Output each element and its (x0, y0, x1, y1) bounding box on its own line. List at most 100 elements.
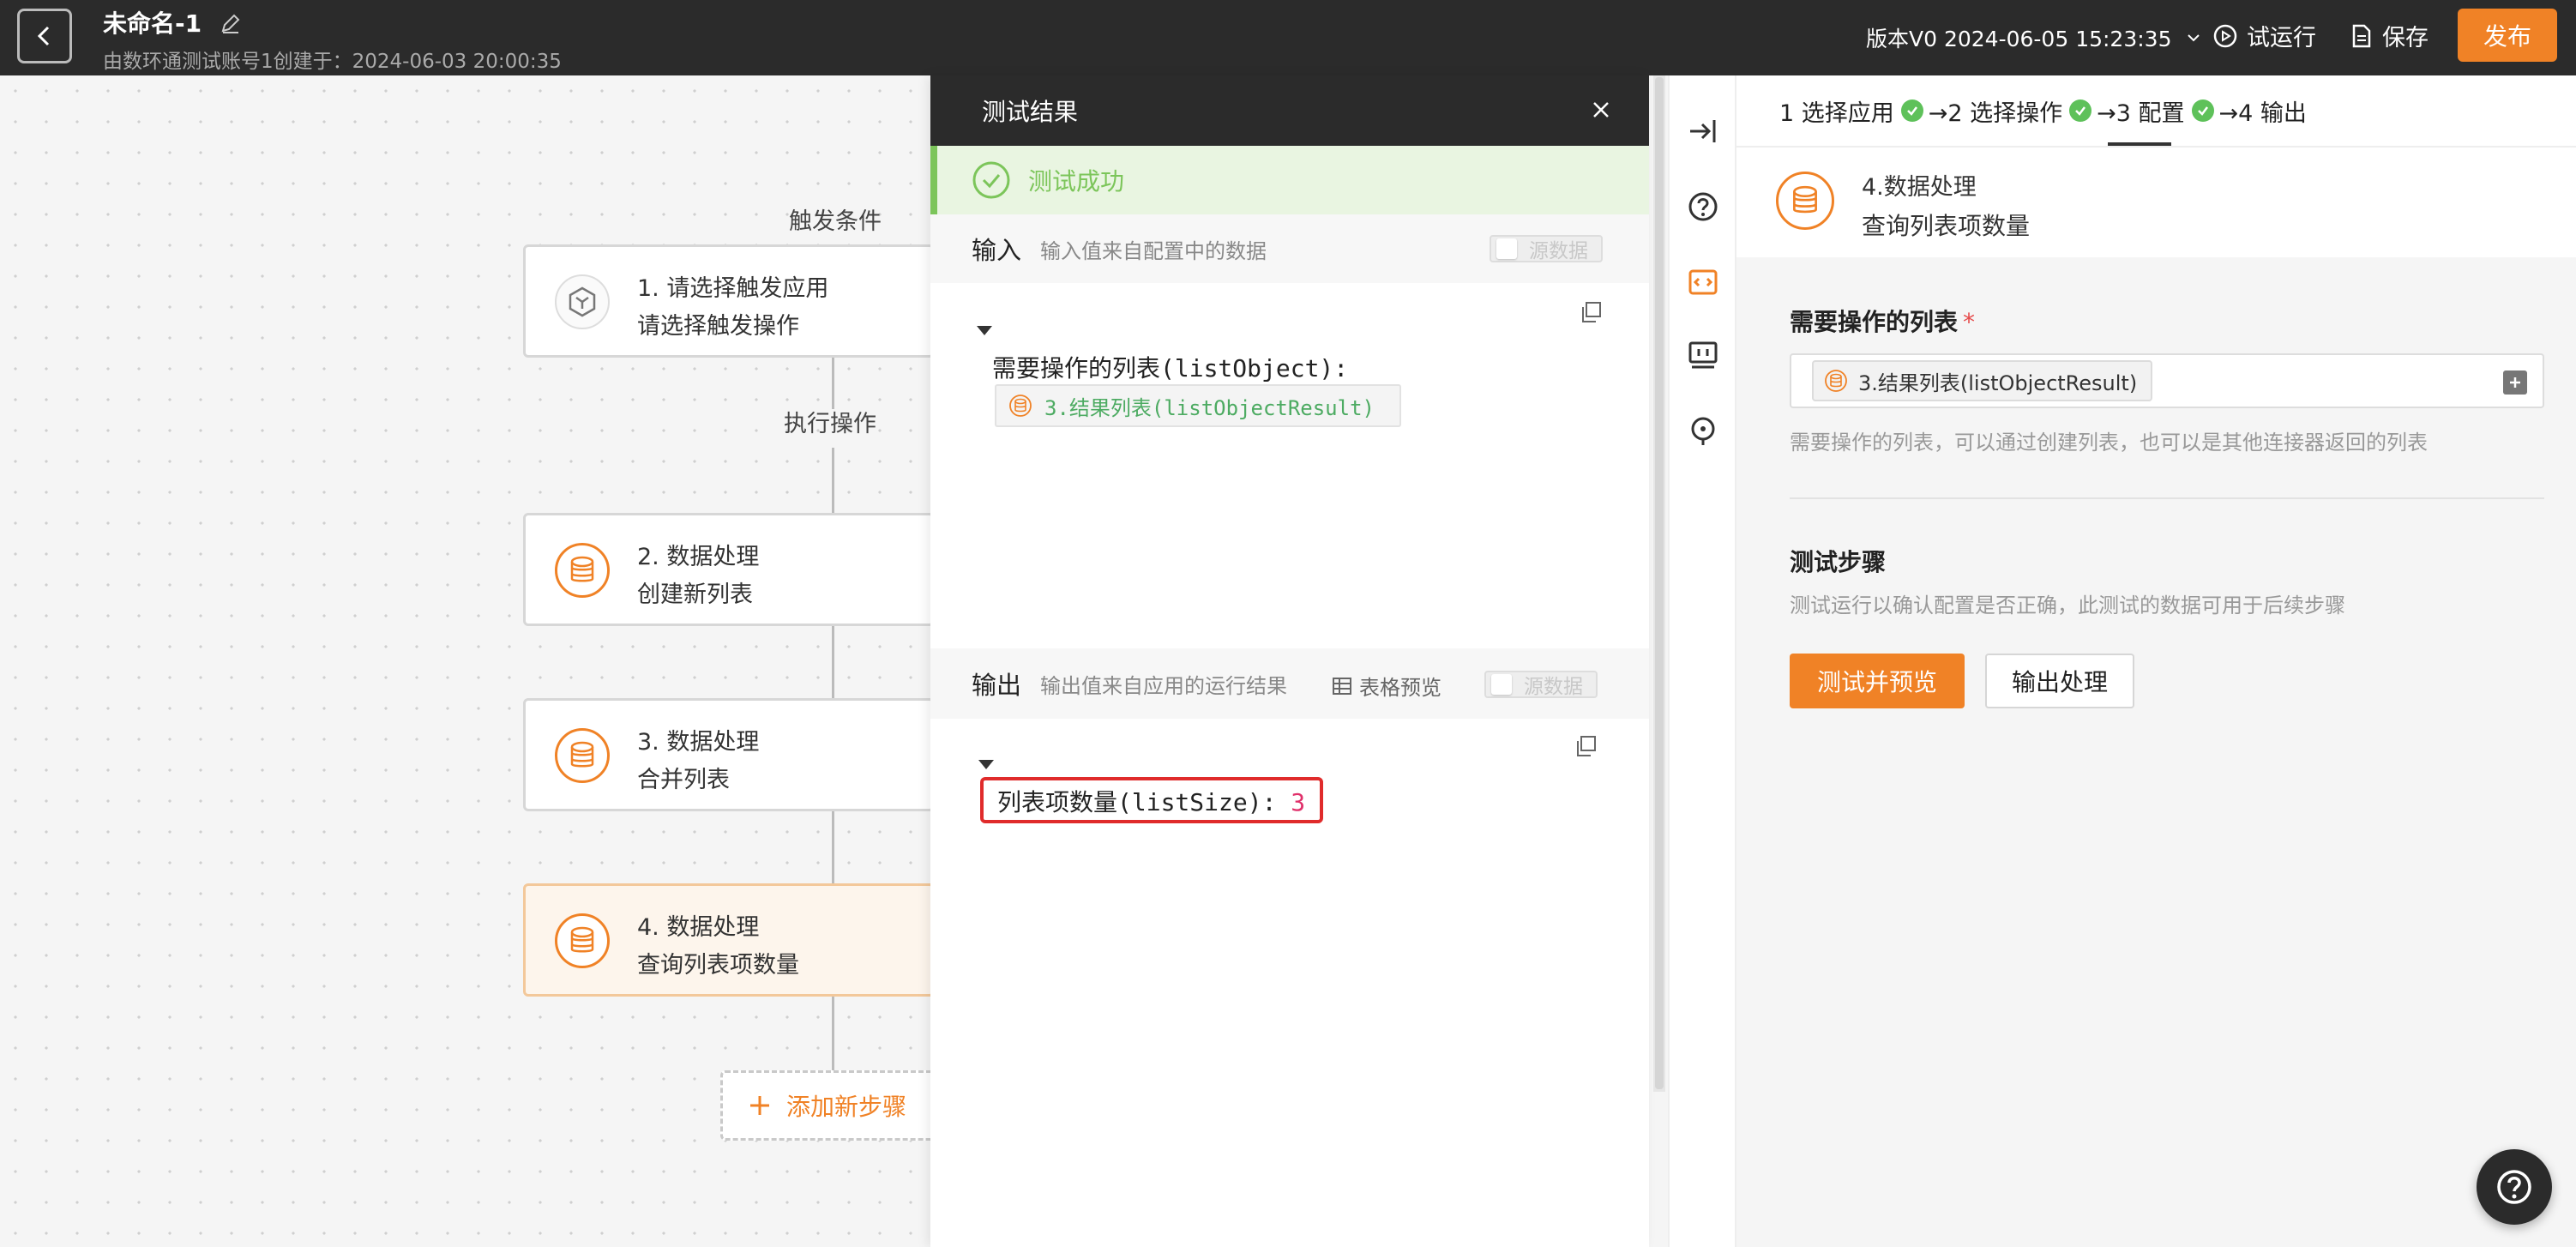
close-icon[interactable] (1587, 96, 1615, 123)
help-circle-icon[interactable] (1687, 190, 1719, 223)
chevron-left-icon (37, 26, 50, 46)
check-circle-icon (972, 161, 1010, 199)
collapse-triangle-icon[interactable] (977, 326, 992, 335)
connector-line (832, 997, 834, 1070)
collapse-triangle-icon[interactable] (978, 760, 994, 769)
chevron-down-icon (2188, 34, 2200, 42)
add-step-button[interactable]: 添加新步骤 (720, 1070, 943, 1141)
code-icon[interactable] (1687, 266, 1719, 298)
check-icon (1900, 99, 1923, 122)
output-field-key: 列表项数量(listSize): (997, 788, 1277, 816)
insert-variable-icon[interactable] (2503, 370, 2527, 395)
raw-toggle-label: 源数据 (1529, 240, 1588, 262)
config-header: 4.数据处理 查询列表项数量 (1736, 146, 2576, 257)
output-processing-button[interactable]: 输出处理 (1985, 654, 2134, 708)
tab-output[interactable]: →4 输出 (2219, 94, 2307, 128)
tab-select-app[interactable]: 1 选择应用 (1779, 94, 1923, 128)
list-ref-chip-label: 3.结果列表(listObjectResult) (1858, 370, 2138, 395)
output-desc: 输出值来自应用的运行结果 (1040, 673, 1288, 698)
location-pin-icon[interactable] (1687, 415, 1719, 448)
success-banner: 测试成功 (930, 146, 1649, 214)
check-icon (2069, 99, 2092, 122)
connector-line (832, 358, 834, 409)
divider (1790, 497, 2544, 499)
step-label: →2 选择操作 (1928, 99, 2063, 127)
trigger-node[interactable]: 1. 请选择触发应用 请选择触发操作 (523, 244, 935, 358)
input-section-header: 输入 输入值来自配置中的数据 源数据 (930, 214, 1649, 283)
list-ref-chip[interactable]: 3.结果列表(listObjectResult) (1812, 360, 2153, 401)
input-desc: 输入值来自配置中的数据 (1040, 238, 1267, 263)
tab-select-action[interactable]: →2 选择操作 (1928, 94, 2092, 128)
created-info: 由数环通测试账号1创建于：2024-06-03 20:00:35 (103, 51, 562, 73)
test-step-label: 测试步骤 (1790, 548, 1887, 576)
trial-run-label: 试运行 (2247, 25, 2316, 51)
hexagon-icon (569, 286, 596, 317)
step-node-4[interactable]: 4. 数据处理 查询列表项数量 (523, 883, 935, 997)
list-field-input[interactable]: 3.结果列表(listObjectResult) (1790, 353, 2544, 408)
add-step-label: 添加新步骤 (786, 1093, 907, 1121)
output-field-value: 3 (1291, 788, 1306, 816)
node-title: 3. 数据处理 (637, 729, 760, 756)
trial-run-button[interactable]: 试运行 (2212, 19, 2316, 52)
step-tabs: 1 选择应用 →2 选择操作 →3 配置 →4 输出 (1736, 75, 2576, 146)
success-text: 测试成功 (1028, 167, 1125, 196)
output-raw-toggle[interactable]: 源数据 (1484, 671, 1598, 698)
copy-icon[interactable] (1574, 734, 1598, 758)
logs-icon[interactable] (1687, 340, 1719, 372)
step-label: →3 配置 (2097, 99, 2185, 127)
workflow-canvas[interactable]: 触发条件 1. 请选择触发应用 请选择触发操作 执行操作 2. 数据处理 创建新… (0, 75, 943, 1247)
input-raw-toggle[interactable]: 源数据 (1490, 235, 1603, 262)
version-label: 版本V0 2024-06-05 15:23:35 (1866, 27, 2172, 51)
results-scrollbar-thumb[interactable] (1655, 77, 1664, 1089)
collapse-panel-icon[interactable] (1687, 115, 1719, 148)
save-button[interactable]: 保存 (2350, 19, 2429, 52)
document-icon (2352, 24, 2371, 47)
connector-line (832, 448, 834, 513)
version-select[interactable]: 版本V0 2024-06-05 15:23:35 (1866, 22, 2202, 53)
step-node-3[interactable]: 3. 数据处理 合并列表 (523, 698, 935, 811)
step-node-2[interactable]: 2. 数据处理 创建新列表 (523, 513, 935, 626)
save-label: 保存 (2382, 25, 2429, 51)
play-circle-icon (2213, 24, 2237, 47)
database-icon (1825, 370, 1847, 392)
list-field-label: 需要操作的列表 * (1790, 304, 1975, 338)
publish-button[interactable]: 发布 (2458, 9, 2557, 62)
table-preview-button[interactable]: 表格预览 (1332, 671, 1441, 701)
table-icon (1333, 677, 1351, 695)
copy-icon[interactable] (1579, 300, 1603, 324)
check-icon (2191, 99, 2214, 122)
back-button[interactable] (17, 9, 72, 63)
tab-config[interactable]: →3 配置 (2097, 94, 2214, 128)
step-label: →4 输出 (2218, 99, 2307, 127)
ref-chip-label: 3.结果列表(listObjectResult) (1044, 395, 1375, 420)
trigger-label: 触发条件 (789, 208, 882, 235)
node-subtitle: 合并列表 (637, 767, 730, 793)
question-icon (2497, 1170, 2531, 1204)
connector-line (832, 626, 834, 698)
workflow-title: 未命名-1 (103, 9, 202, 38)
input-field-key: 需要操作的列表(listObject): (992, 354, 1349, 383)
input-title: 输入 (972, 236, 1022, 265)
plus-icon (750, 1096, 769, 1115)
database-icon (1009, 395, 1032, 417)
database-icon (555, 913, 610, 968)
output-section-header: 输出 输出值来自应用的运行结果 表格预览 源数据 (930, 648, 1649, 719)
edit-icon[interactable] (218, 12, 242, 36)
config-node-title: 4.数据处理 (1862, 174, 1977, 201)
raw-toggle-label: 源数据 (1524, 676, 1583, 698)
test-and-preview-button[interactable]: 测试并预览 (1790, 654, 1965, 708)
node-subtitle: 请选择触发操作 (637, 313, 799, 340)
node-title: 2. 数据处理 (637, 544, 760, 570)
input-field-ref: 3.结果列表(listObjectResult) (995, 384, 1401, 427)
database-icon (555, 543, 610, 598)
connector-line (832, 811, 834, 883)
toggle-knob (1491, 674, 1512, 695)
right-icon-bar (1668, 75, 1736, 1247)
test-step-hint: 测试运行以确认配置是否正确，此测试的数据可用于后续步骤 (1790, 593, 2345, 617)
action-label: 执行操作 (784, 411, 876, 437)
node-title: 4. 数据处理 (637, 914, 760, 941)
table-preview-label: 表格预览 (1359, 676, 1441, 700)
node-subtitle: 创建新列表 (637, 581, 753, 608)
toggle-knob (1496, 238, 1517, 259)
help-chat-button[interactable] (2477, 1149, 2552, 1225)
